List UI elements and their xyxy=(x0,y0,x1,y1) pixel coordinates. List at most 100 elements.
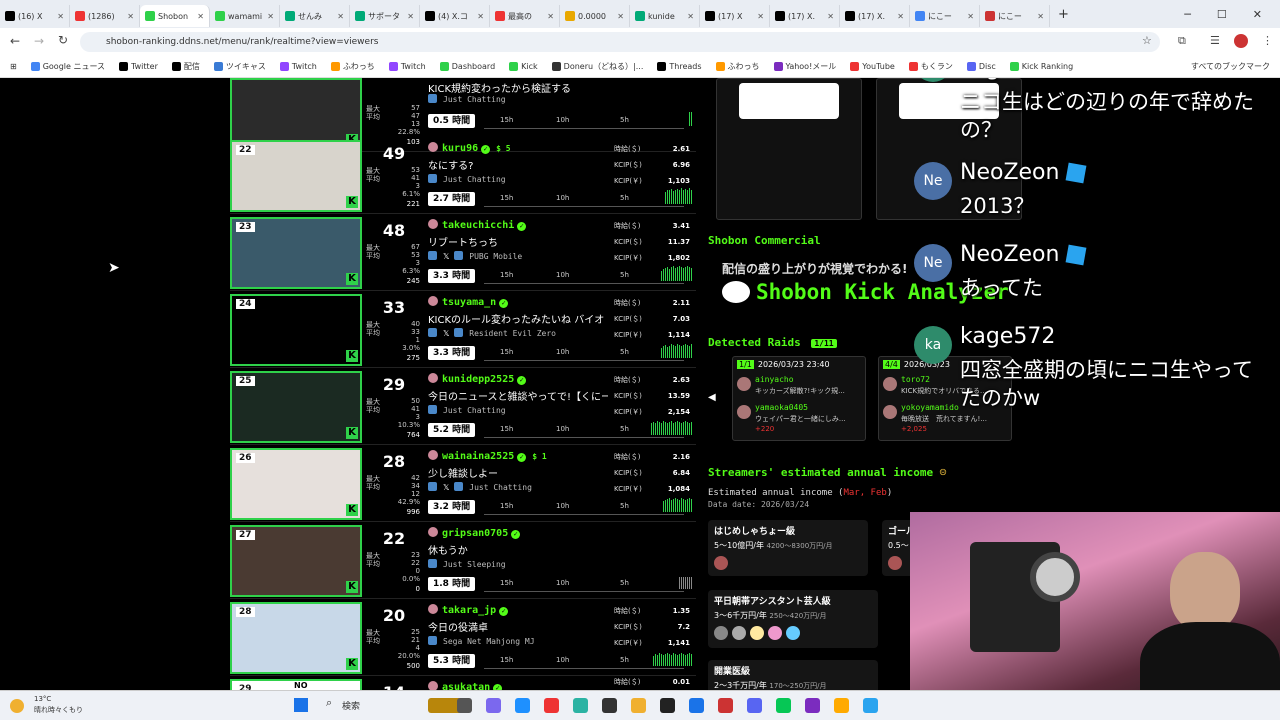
streamer-name[interactable]: gripsan0705 ✓ xyxy=(428,527,521,539)
stream-thumbnail[interactable]: 27 K xyxy=(230,525,362,597)
minimize-icon[interactable]: ─ xyxy=(1184,8,1191,21)
bookmark-item[interactable]: Kick Ranking xyxy=(1009,62,1073,71)
tab-close-icon[interactable]: ✕ xyxy=(897,12,904,21)
income-card[interactable]: 開業医級 2～3千万円/年 170～250万円/月 xyxy=(708,660,878,690)
back-icon[interactable]: ← xyxy=(10,34,20,48)
search-icon[interactable]: ⌕ xyxy=(326,696,332,710)
browser-tab[interactable]: wamami ✕ xyxy=(210,5,280,27)
bookmark-item[interactable]: Twitch xyxy=(279,62,317,71)
tab-close-icon[interactable]: ✕ xyxy=(407,12,414,21)
extensions-icon[interactable]: ⧉ xyxy=(1178,34,1186,48)
taskbar-app-icon[interactable] xyxy=(805,698,820,713)
taskbar-app-icon[interactable] xyxy=(689,698,704,713)
stream-thumbnail[interactable]: 22 K xyxy=(230,140,362,212)
tab-close-icon[interactable]: ✕ xyxy=(967,12,974,21)
taskbar-app-icon[interactable] xyxy=(660,698,675,713)
taskbar-app-icon[interactable] xyxy=(486,698,501,713)
browser-tab[interactable]: (17) X. ✕ xyxy=(840,5,910,27)
bookmark-item[interactable]: Google ニュース xyxy=(30,61,105,72)
all-bookmarks-button[interactable]: すべてのブックマーク xyxy=(1191,61,1270,72)
menu-icon[interactable]: ☰ xyxy=(1210,34,1220,47)
close-icon[interactable]: ✕ xyxy=(1253,8,1262,21)
browser-tab[interactable]: (4) X.コ ✕ xyxy=(420,5,490,27)
star-icon[interactable]: ☆ xyxy=(1142,34,1152,47)
browser-tab[interactable]: (17) X ✕ xyxy=(700,5,770,27)
raid-streamer[interactable]: toro72 xyxy=(901,375,930,384)
bookmark-item[interactable]: Threads xyxy=(657,62,702,71)
reload-icon[interactable]: ↻ xyxy=(58,33,68,47)
profile-avatar[interactable] xyxy=(1234,34,1248,48)
apps-grid-icon[interactable]: ⊞ xyxy=(10,62,17,71)
bookmark-item[interactable]: Twitter xyxy=(119,62,158,71)
raid-card[interactable]: 1/1 2026/03/23 23:40 ainyacho キッカーズ解散?!キック規… xyxy=(732,356,866,441)
tab-close-icon[interactable]: ✕ xyxy=(477,12,484,21)
bookmark-item[interactable]: Yahoo!メール xyxy=(773,61,836,72)
streamer-name[interactable]: tsuyama_n ✓ xyxy=(428,296,509,308)
income-card[interactable]: はじめしゃちょー級 5～10億円/年 4200～8300万円/月 xyxy=(708,520,868,576)
prev-raid-icon[interactable]: ◀ xyxy=(708,392,716,403)
stream-thumbnail[interactable]: 23 K xyxy=(230,217,362,289)
bookmark-item[interactable]: Dashboard xyxy=(439,62,495,71)
stream-row[interactable]: 23 K 48 最大 67 平均 53 3 6.3% 245 takeuchicchi ✓ リブートちっ… xyxy=(230,215,696,291)
tab-close-icon[interactable]: ✕ xyxy=(267,12,274,21)
streamer-avatar[interactable] xyxy=(714,626,728,640)
tab-close-icon[interactable]: ✕ xyxy=(687,12,694,21)
stream-row[interactable]: 22 K 49 最大 53 平均 41 3 6.1% 221 kuru96 ✓ $ 5 なにする? Just… xyxy=(230,138,696,214)
stream-row[interactable]: 24 K 33 最大 40 平均 33 1 3.0% 275 tsuyama_n ✓ KICKのルール変… xyxy=(230,292,696,368)
stream-thumbnail[interactable]: 28 K xyxy=(230,602,362,674)
raid-streamer[interactable]: yokoyamamido xyxy=(901,403,959,412)
new-tab-button[interactable]: + xyxy=(1058,7,1069,22)
browser-tab[interactable]: にこー ✕ xyxy=(980,5,1050,27)
bookmark-item[interactable]: 配信 xyxy=(171,61,200,72)
url-field[interactable]: shobon-ranking.ddns.net/menu/rank/realti… xyxy=(80,32,1160,52)
tab-close-icon[interactable]: ✕ xyxy=(337,12,344,21)
bookmark-item[interactable]: Kick xyxy=(509,62,538,71)
browser-tab[interactable]: kunide ✕ xyxy=(630,5,700,27)
browser-tab[interactable]: にこー ✕ xyxy=(910,5,980,27)
browser-tab[interactable]: 0.0000 ✕ xyxy=(560,5,630,27)
streamer-name[interactable]: kunidepp2525 ✓ xyxy=(428,373,527,385)
taskbar-app-icon[interactable] xyxy=(718,698,733,713)
browser-tab[interactable]: せんみ ✕ xyxy=(280,5,350,27)
tab-close-icon[interactable]: ✕ xyxy=(197,12,204,21)
browser-tab[interactable]: (1286) ✕ xyxy=(70,5,140,27)
streamer-name[interactable]: takara_jp ✓ xyxy=(428,604,509,616)
promo-card[interactable] xyxy=(716,78,862,220)
windows-start-icon[interactable] xyxy=(294,698,308,712)
stream-thumbnail[interactable]: 26 K xyxy=(230,448,362,520)
income-card[interactable]: 平日朝帯アシスタント芸人級 3～6千万円/年 250～420万円/月 xyxy=(708,590,878,648)
stream-row[interactable]: 29NOK14 asukatan✓ 時給(＄) 0.01 xyxy=(230,677,696,690)
tab-close-icon[interactable]: ✕ xyxy=(617,12,624,21)
bookmark-item[interactable]: ふわっち xyxy=(330,61,375,72)
streamer-avatar[interactable] xyxy=(750,626,764,640)
tab-close-icon[interactable]: ✕ xyxy=(547,12,554,21)
bookmark-item[interactable]: ふわっち xyxy=(715,61,760,72)
bookmark-item[interactable]: Doneru（どねる）|... xyxy=(551,61,643,72)
stream-thumbnail[interactable]: 24 K xyxy=(230,294,362,366)
bookmark-item[interactable]: Disc xyxy=(966,62,996,71)
browser-tab[interactable]: 最高の ✕ xyxy=(490,5,560,27)
bookmark-item[interactable]: もくラン xyxy=(908,61,953,72)
browser-tab[interactable]: (16) X ✕ xyxy=(0,5,70,27)
streamer-avatar[interactable] xyxy=(786,626,800,640)
taskbar-app-icon[interactable] xyxy=(602,698,617,713)
taskbar-app-icon[interactable] xyxy=(863,698,878,713)
tab-close-icon[interactable]: ✕ xyxy=(57,12,64,21)
tab-close-icon[interactable]: ✕ xyxy=(127,12,134,21)
stream-thumbnail[interactable]: 29NOK xyxy=(230,679,362,690)
stream-row[interactable]: 25 K 29 最大 50 平均 41 3 10.3% 764 kunidepp2525 ✓ 今日のニュ… xyxy=(230,369,696,445)
streamer-name[interactable]: wainaina2525 ✓ $ 1 xyxy=(428,450,547,462)
raid-streamer[interactable]: yamaoka0405 xyxy=(755,403,808,412)
stream-row[interactable]: 28 K 20 最大 25 平均 21 4 20.0% 500 takara_jp ✓ 今日の役満卓 Se… xyxy=(230,600,696,676)
tab-close-icon[interactable]: ✕ xyxy=(757,12,764,21)
browser-tab[interactable]: (17) X. ✕ xyxy=(770,5,840,27)
forward-icon[interactable]: → xyxy=(34,34,44,48)
taskbar-app-icon[interactable] xyxy=(776,698,791,713)
taskbar-app-icon[interactable] xyxy=(515,698,530,713)
streamer-avatar[interactable] xyxy=(888,556,902,570)
tab-close-icon[interactable]: ✕ xyxy=(1037,12,1044,21)
streamer-name[interactable]: asukatan ✓ xyxy=(428,681,503,690)
taskbar-search[interactable]: 検索 xyxy=(342,699,360,712)
raid-streamer[interactable]: ainyacho xyxy=(755,375,794,384)
taskbar-app-icon[interactable] xyxy=(544,698,559,713)
